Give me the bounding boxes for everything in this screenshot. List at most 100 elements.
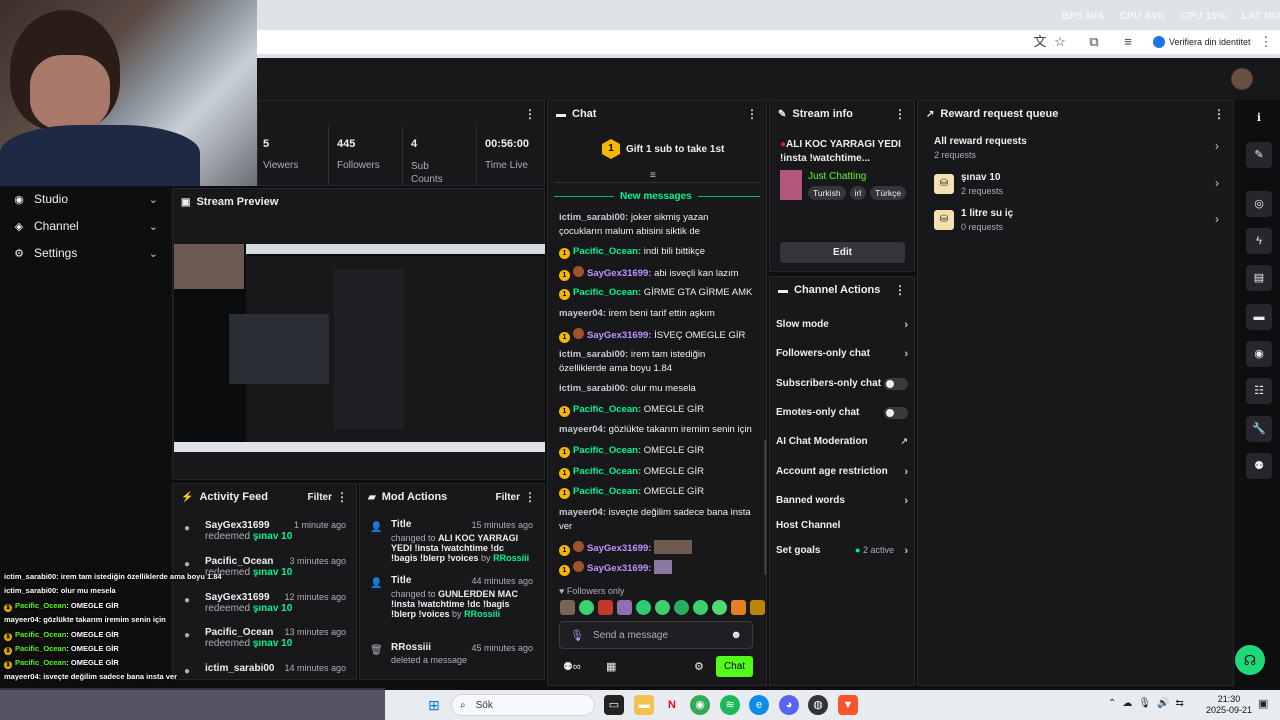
chat-user[interactable]: SayGex31699: [587,543,651,554]
mic-icon[interactable]: 🎙 [570,629,584,642]
tag[interactable]: Turkish [808,186,846,200]
chat-user[interactable]: ictim_sarabi00: [559,212,628,223]
taskbar-search[interactable]: ⌕ Sök [451,694,595,716]
system-tray[interactable]: ⌃☁🎙🔊⇆ [1108,698,1190,709]
emote-icon[interactable] [750,600,765,615]
emote-icon[interactable] [674,600,689,615]
menu-icon[interactable]: ⋮ [1258,34,1274,50]
chat-user[interactable]: Pacific_Ocean: [573,287,641,298]
kebab-icon[interactable]: ⋮ [336,490,348,504]
points-icon[interactable]: ⚉∞ [563,660,581,673]
netflix-icon[interactable]: N [662,695,682,715]
avatar[interactable] [1231,68,1253,90]
set-goals-row[interactable]: Set goals ● 2 active › [776,545,908,557]
chat-user[interactable]: mayeer04: [559,308,606,319]
chat-scrollbar[interactable] [764,440,767,575]
camera-icon[interactable]: ◎ [1246,191,1272,217]
support-icon[interactable]: ☊ [1235,645,1265,675]
brave-icon[interactable]: ▼ [838,695,858,715]
chat-input[interactable]: 🎙 Send a message ☻ [559,621,753,649]
emote-icon[interactable] [617,600,632,615]
gift-sub-banner[interactable]: 1 Gift 1 sub to take 1st [602,139,724,159]
windows-start-icon[interactable]: ⊞ [424,695,444,715]
chat-user[interactable]: SayGex31699: [587,330,651,341]
host-channel-row[interactable]: Host Channel [776,520,908,531]
reward-item[interactable]: ⛁ 1 litre su iç 0 requests › [934,208,1219,238]
store-icon[interactable]: ▦ [606,660,616,673]
emote-icon[interactable] [598,600,613,615]
chat-user[interactable]: ictim_sarabi00: [559,383,628,394]
tag[interactable]: Türkçe [870,186,907,200]
stream-preview-video[interactable] [174,244,545,452]
category-thumbnail[interactable] [780,170,802,200]
wrench-icon[interactable]: 🔧 [1246,416,1272,442]
filter-button[interactable]: Filter [308,492,332,503]
emoji-icon[interactable]: ☻ [730,629,742,641]
all-rewards-row[interactable]: All reward requests 2 requests › [934,136,1219,164]
filter-button[interactable]: Filter [496,492,520,503]
edit-button[interactable]: Edit [780,242,905,263]
chat-user[interactable]: SayGex31699: [587,268,651,279]
emote-icon[interactable] [560,600,575,615]
reward-item[interactable]: ⛁ şınav 10 2 requests › [934,172,1219,202]
broadcast-icon[interactable]: ◉ [1246,341,1272,367]
chat-user[interactable]: mayeer04: [559,424,606,435]
subscribers-only-toggle[interactable] [884,378,908,390]
kebab-icon[interactable]: ⋮ [524,490,536,504]
clock[interactable]: 21:30 2025-09-21 [1203,694,1255,716]
emote-icon[interactable] [655,600,670,615]
info-icon[interactable]: ℹ [1246,105,1272,131]
chrome-icon[interactable]: ◉ [690,695,710,715]
collapse-icon[interactable]: ≡ [650,170,656,181]
chat-user[interactable]: Pacific_Ocean: [573,404,641,415]
chat-user[interactable]: Pacific_Ocean: [573,246,641,257]
tag[interactable]: irl [849,186,867,200]
kebab-icon[interactable]: ⋮ [894,283,906,297]
obs-icon[interactable]: ◍ [808,695,828,715]
chat-user[interactable]: mayeer04: [559,507,606,518]
discord-icon[interactable]: ◕ [779,695,799,715]
spotify-icon[interactable]: ≋ [720,695,740,715]
bolt-icon[interactable]: ϟ [1246,228,1272,254]
emotes-only-toggle[interactable] [884,407,908,419]
followers-only-row[interactable]: Followers-only chat › [776,348,908,360]
pencil-icon[interactable]: ✎ [1246,142,1272,168]
category-link[interactable]: Just Chatting [808,171,866,182]
chat-user[interactable]: Pacific_Ocean: [573,445,641,456]
slow-mode-row[interactable]: Slow mode › [776,319,908,331]
chat-user[interactable]: Pacific_Ocean: [573,466,641,477]
notification-icon[interactable]: ▣ [1258,697,1268,710]
ai-moderation-row[interactable]: AI Chat Moderation ↗ [776,436,908,447]
chat-user[interactable]: SayGex31699: [587,563,651,574]
kebab-icon[interactable]: ⋮ [746,107,758,121]
emote-icon[interactable] [712,600,727,615]
extensions-icon[interactable]: ⧉ [1086,34,1102,50]
chat-user[interactable]: Pacific_Ocean: [573,486,641,497]
chat-icon[interactable]: ▬ [1246,304,1272,330]
shapes-icon[interactable]: ⚉ [1246,453,1272,479]
edge-icon[interactable]: e [749,695,769,715]
emote-icon[interactable] [579,600,594,615]
star-icon[interactable]: ☆ [1052,34,1068,50]
sidebar-item-settings[interactable]: ⚙ Settings ⌄ [0,240,172,266]
reading-list-icon[interactable]: ≡ [1120,34,1136,50]
gear-icon[interactable]: ⚙ [694,660,704,673]
grid-icon[interactable]: ☷ [1246,378,1272,404]
list-icon[interactable]: ▤ [1246,265,1272,291]
emote-icon[interactable] [636,600,651,615]
sidebar-item-channel[interactable]: ◈ Channel ⌄ [0,213,172,239]
file-explorer-icon[interactable]: ▬ [634,695,654,715]
sidebar-item-studio[interactable]: ◉ Studio ⌄ [0,186,172,212]
verify-identity-button[interactable]: Verifiera din identitet [1147,33,1257,51]
kebab-icon[interactable]: ⋮ [894,107,906,121]
send-chat-button[interactable]: Chat [716,656,753,677]
banned-words-row[interactable]: Banned words › [776,495,908,507]
emote-icon[interactable] [693,600,708,615]
kebab-icon[interactable]: ⋮ [524,107,536,121]
account-age-row[interactable]: Account age restriction › [776,466,908,478]
kebab-icon[interactable]: ⋮ [1213,107,1225,121]
emote-icon[interactable] [731,600,746,615]
chat-user[interactable]: ictim_sarabi00: [559,349,628,360]
taskview-icon[interactable]: ▭ [604,695,624,715]
translate-icon[interactable]: 文 [1032,34,1048,50]
